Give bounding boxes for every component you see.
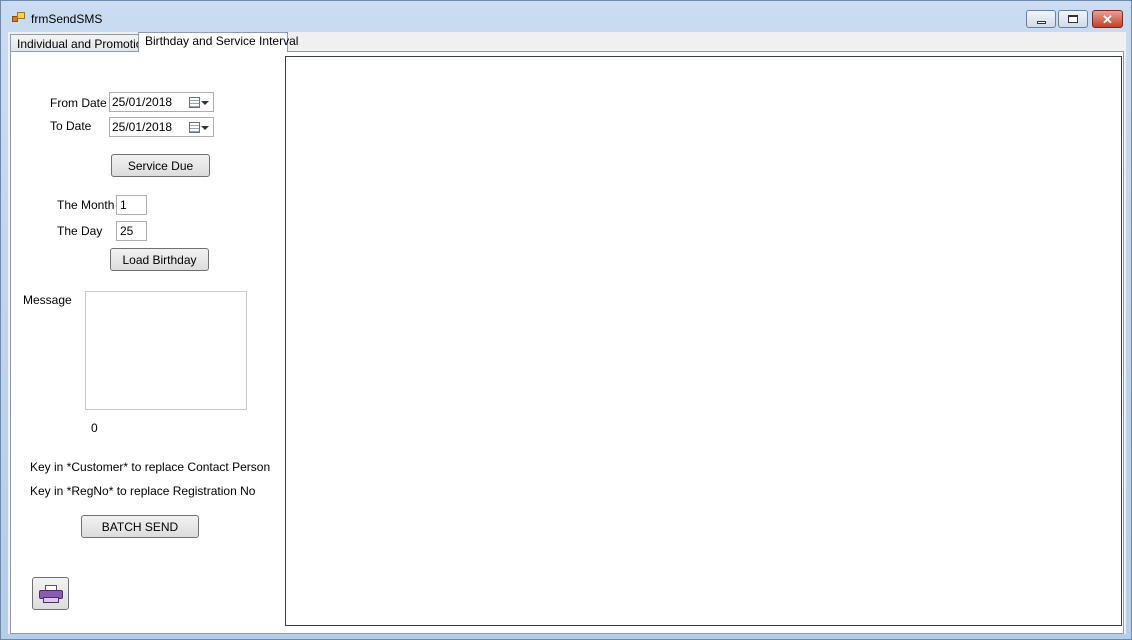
maximize-icon [1068,15,1078,23]
print-button[interactable] [32,577,69,610]
maximize-button[interactable] [1058,10,1088,28]
minimize-icon [1036,20,1046,24]
printer-icon [38,584,63,603]
results-grid[interactable] [285,56,1122,626]
service-due-button[interactable]: Service Due [111,154,210,177]
app-window: frmSendSMS ✕ Individual and Promotion Bi… [0,0,1132,640]
to-date-picker[interactable]: 25/01/2018 [109,117,214,137]
day-label: The Day [57,224,103,238]
window-title: frmSendSMS [31,12,103,26]
from-date-label: From Date [50,96,107,110]
load-birthday-button[interactable]: Load Birthday [110,248,209,271]
to-date-value: 25/01/2018 [112,120,173,134]
chevron-down-icon[interactable] [201,101,209,105]
close-button[interactable]: ✕ [1092,10,1123,28]
from-date-value: 25/01/2018 [112,95,173,109]
chevron-down-icon[interactable] [201,126,209,130]
from-date-picker[interactable]: 25/01/2018 [109,92,214,112]
minimize-button[interactable] [1026,10,1056,28]
close-icon: ✕ [1102,11,1113,27]
to-date-label: To Date [50,119,92,133]
app-icon[interactable] [12,12,26,24]
tab-birthday-and-service-interval[interactable]: Birthday and Service Interval [138,32,298,52]
tab-page-birthday-service: From Date 25/01/2018 To Date 25/01/2018 … [10,51,1124,634]
calendar-icon[interactable] [189,97,200,108]
message-textarea[interactable] [85,291,247,410]
day-input[interactable]: 25 [116,221,147,241]
title-bar[interactable]: frmSendSMS ✕ [1,1,1131,31]
hint-customer: Key in *Customer* to replace Contact Per… [30,460,271,474]
client-area: Individual and Promotion Birthday and Se… [8,32,1126,634]
calendar-icon[interactable] [189,122,200,133]
hint-regno: Key in *RegNo* to replace Registration N… [30,484,256,498]
month-label: The Month [57,198,115,212]
message-label: Message [23,293,72,307]
batch-send-button[interactable]: BATCH SEND [81,515,199,538]
month-input[interactable]: 1 [116,195,147,215]
char-count: 0 [91,421,98,435]
